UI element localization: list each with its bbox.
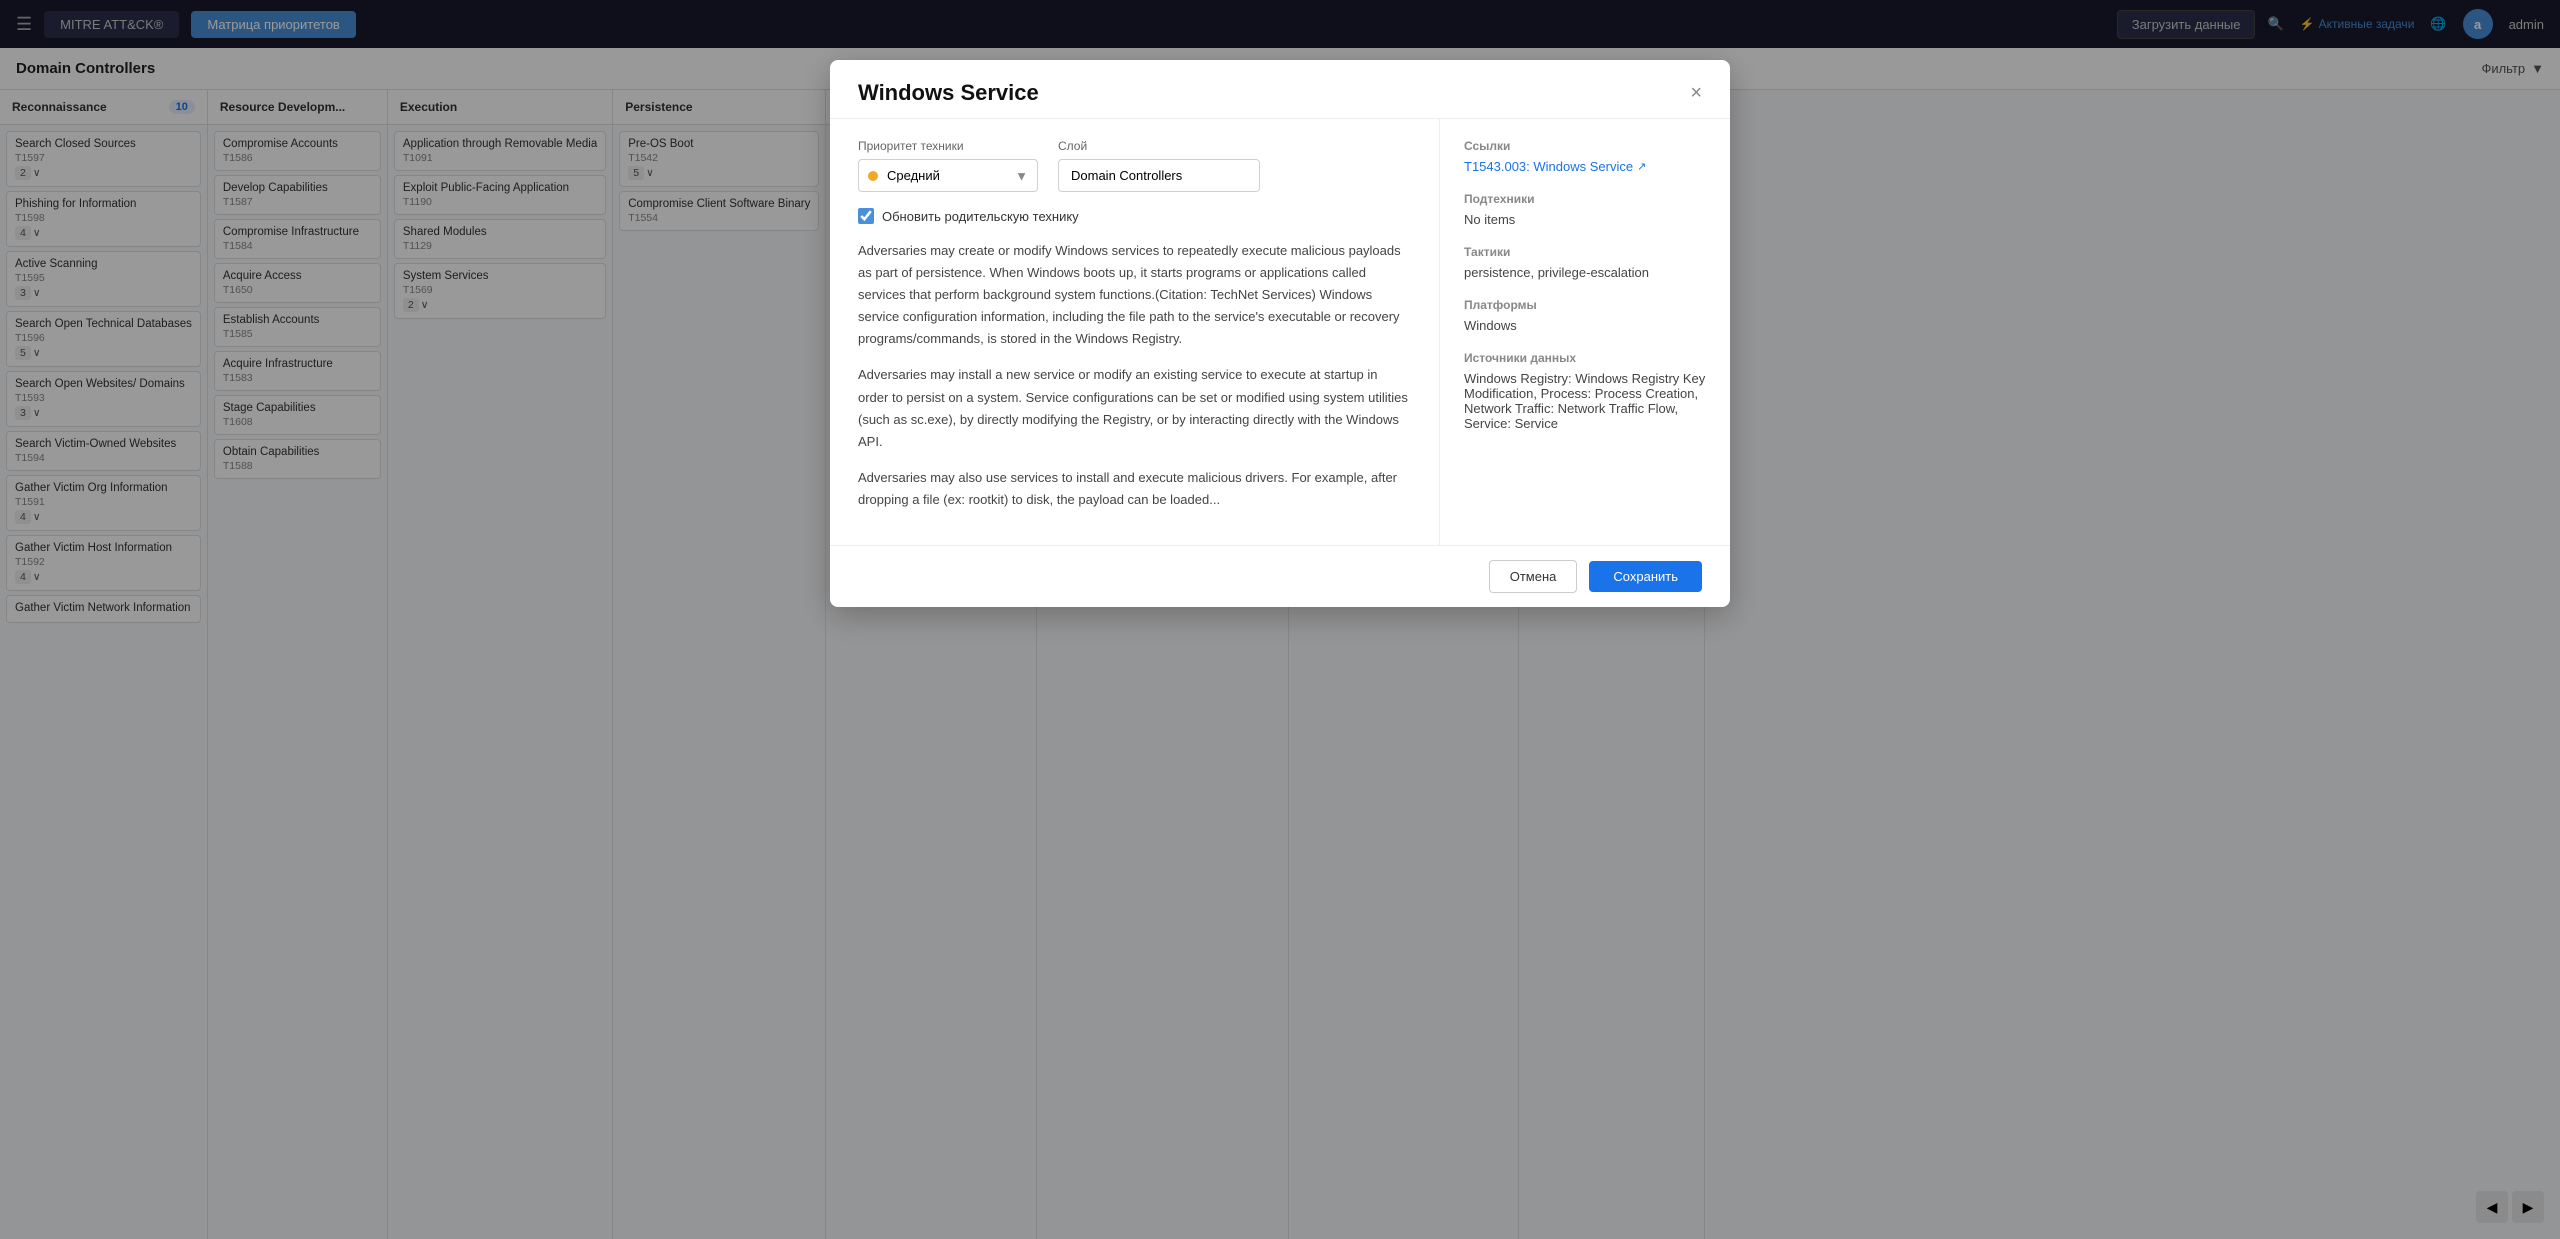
tactics-section: Тактики persistence, privilege-escalatio… (1464, 245, 1706, 280)
priority-select-wrap: Низкий Средний Высокий ▼ (858, 159, 1038, 192)
priority-select[interactable]: Низкий Средний Высокий (858, 159, 1038, 192)
modal-header: Windows Service × (830, 60, 1730, 119)
modal-overlay[interactable]: Windows Service × Приоритет техники Низк… (0, 0, 2560, 1239)
modal-left-panel: Приоритет техники Низкий Средний Высокий… (830, 119, 1440, 545)
update-parent-label[interactable]: Обновить родительскую технику (882, 209, 1079, 224)
layer-input[interactable] (1058, 159, 1260, 192)
form-row: Приоритет техники Низкий Средний Высокий… (858, 139, 1411, 192)
layer-group: Слой (1058, 139, 1260, 192)
tactics-value: persistence, privilege-escalation (1464, 265, 1649, 280)
update-parent-row: Обновить родительскую технику (858, 208, 1411, 224)
save-button[interactable]: Сохранить (1589, 561, 1702, 592)
priority-group: Приоритет техники Низкий Средний Высокий… (858, 139, 1038, 192)
refs-title: Ссылки (1464, 139, 1706, 153)
platforms-value: Windows (1464, 318, 1517, 333)
datasources-title: Источники данных (1464, 351, 1706, 365)
tactics-title: Тактики (1464, 245, 1706, 259)
subtechniques-section: Подтехники No items (1464, 192, 1706, 227)
platforms-section: Платформы Windows (1464, 298, 1706, 333)
update-parent-checkbox[interactable] (858, 208, 874, 224)
modal-title: Windows Service (858, 80, 1039, 106)
datasources-section: Источники данных Windows Registry: Windo… (1464, 351, 1706, 431)
description-1: Adversaries may create or modify Windows… (858, 240, 1411, 350)
platforms-title: Платформы (1464, 298, 1706, 312)
close-button[interactable]: × (1690, 82, 1702, 105)
description-3: Adversaries may also use services to ins… (858, 467, 1411, 511)
modal-body: Приоритет техники Низкий Средний Высокий… (830, 119, 1730, 545)
cancel-button[interactable]: Отмена (1489, 560, 1578, 593)
subtechniques-title: Подтехники (1464, 192, 1706, 206)
datasources-value: Windows Registry: Windows Registry Key M… (1464, 371, 1705, 431)
modal-right-panel: Ссылки T1543.003: Windows Service Подтех… (1440, 119, 1730, 545)
modal-footer: Отмена Сохранить (830, 545, 1730, 607)
refs-section: Ссылки T1543.003: Windows Service (1464, 139, 1706, 174)
layer-label: Слой (1058, 139, 1260, 153)
priority-label: Приоритет техники (858, 139, 1038, 153)
subtechniques-value: No items (1464, 212, 1515, 227)
ref-link[interactable]: T1543.003: Windows Service (1464, 159, 1706, 174)
windows-service-modal: Windows Service × Приоритет техники Низк… (830, 60, 1730, 607)
description-2: Adversaries may install a new service or… (858, 364, 1411, 452)
